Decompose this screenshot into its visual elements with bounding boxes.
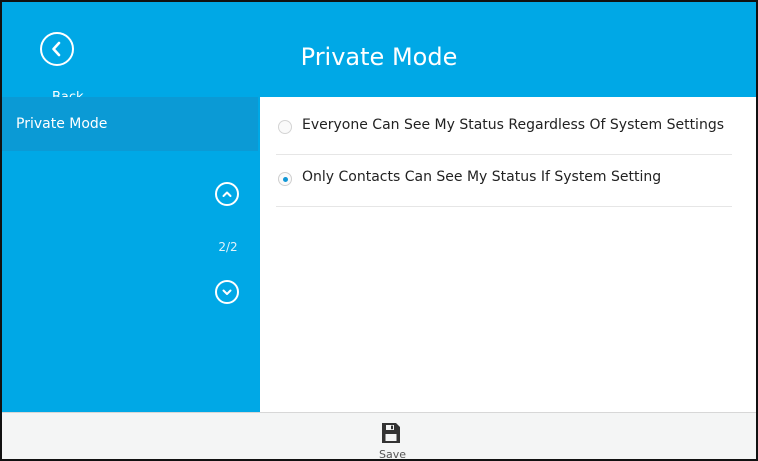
option-everyone[interactable]: Everyone Can See My Status Regardless Of…: [276, 102, 732, 155]
chevron-down-icon: [222, 289, 232, 295]
screen: Back Private Mode Private Mode 2/2 Every…: [0, 0, 758, 461]
save-button[interactable]: Save: [375, 419, 415, 461]
footer-bar: Save: [2, 412, 756, 461]
sidebar: Private Mode 2/2: [2, 97, 260, 412]
radio-button-selected[interactable]: [278, 172, 292, 186]
option-label: Only Contacts Can See My Status If Syste…: [302, 169, 662, 185]
option-only-contacts[interactable]: Only Contacts Can See My Status If Syste…: [276, 154, 732, 207]
page-down-button[interactable]: [215, 280, 239, 304]
save-icon: [382, 423, 400, 443]
sidebar-item-private-mode[interactable]: Private Mode: [2, 97, 258, 151]
option-label: Everyone Can See My Status Regardless Of…: [302, 117, 724, 133]
radio-button[interactable]: [278, 120, 292, 134]
options-panel: Everyone Can See My Status Regardless Of…: [260, 97, 756, 412]
page-indicator: 2/2: [218, 240, 238, 254]
pager: 2/2: [212, 177, 248, 307]
header-bar: Back Private Mode: [2, 2, 756, 105]
page-up-button[interactable]: [215, 182, 239, 206]
chevron-up-icon: [222, 191, 232, 197]
page-title: Private Mode: [300, 43, 458, 71]
save-label: Save: [379, 448, 407, 461]
